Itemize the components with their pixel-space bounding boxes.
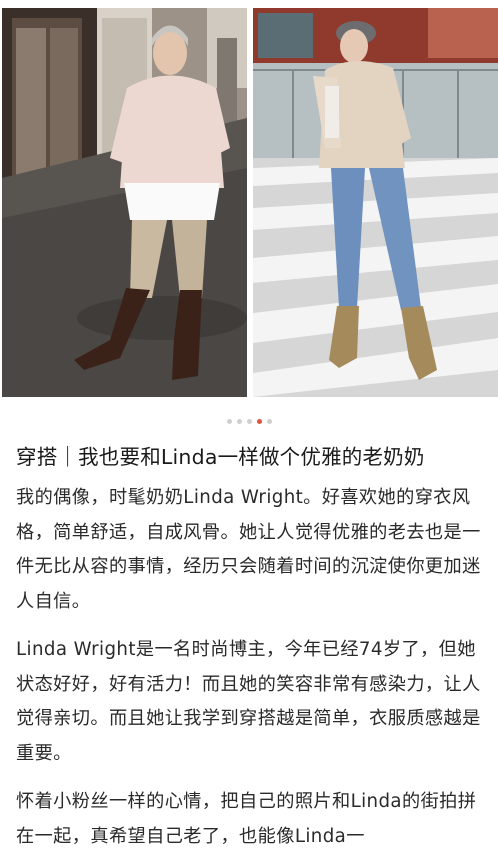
carousel-pagination[interactable] <box>0 417 498 425</box>
street-portrait-silver-hair-photo <box>2 8 247 397</box>
article-paragraph-3: 怀着小粉丝一样的心情，把自己的照片和Linda的街拍拼在一起，真希望自己老了，也… <box>16 791 477 847</box>
street-photo-left[interactable] <box>2 8 247 397</box>
carousel-dot[interactable] <box>256 418 262 424</box>
carousel-dot[interactable] <box>266 418 272 424</box>
carousel-dot[interactable] <box>246 418 252 424</box>
article-body: 穿搭｜我也要和Linda一样做个优雅的老奶奶 我的偶像，时髦奶奶Linda Wr… <box>16 440 486 854</box>
article-paragraph-2: Linda Wright是一名时尚博主，今年已经74岁了，但她状态好好，好有活力… <box>16 639 481 764</box>
article-paragraph-1: 我的偶像，时髦奶奶Linda Wright。好喜欢她的穿衣风格，简单舒适，自成风… <box>16 487 481 612</box>
crosswalk-portrait-grey-beret-photo <box>253 8 498 397</box>
crosswalk-photo-right[interactable] <box>253 8 498 397</box>
carousel-dot[interactable] <box>236 418 242 424</box>
article-title: 穿搭｜我也要和Linda一样做个优雅的老奶奶 <box>16 445 425 469</box>
photo-carousel[interactable] <box>0 0 498 398</box>
carousel-dot[interactable] <box>226 418 232 424</box>
